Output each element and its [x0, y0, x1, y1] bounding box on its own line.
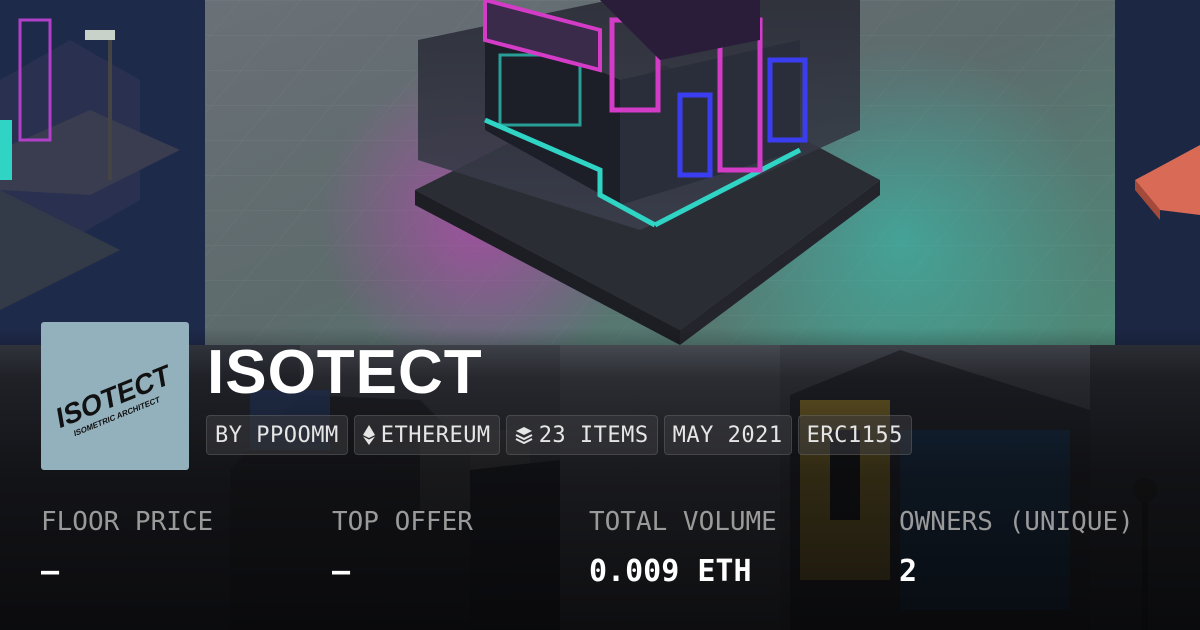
standard-chip: ERC1155: [797, 415, 912, 455]
chain-chip[interactable]: ETHEREUM: [353, 415, 500, 455]
ethereum-icon: [362, 425, 375, 445]
stat-top-offer-value: —: [332, 554, 351, 589]
standard-chip-label: ERC1155: [806, 422, 903, 448]
collection-logo[interactable]: ISOTECT ISOMETRIC ARCHITECT: [41, 322, 189, 470]
stat-owners: OWNERS (UNIQUE) 2: [899, 504, 1134, 590]
date-chip: MAY 2021: [663, 415, 792, 455]
stat-floor-price-label: FLOOR PRICE: [41, 507, 214, 537]
creator-chip[interactable]: BY PPOOMM: [206, 415, 348, 455]
stat-floor-price: FLOOR PRICE —: [41, 504, 213, 590]
creator-chip-label: BY PPOOMM: [215, 422, 339, 448]
stat-top-offer-label: TOP OFFER: [332, 507, 473, 537]
items-chip-label: 23 ITEMS: [538, 422, 649, 448]
items-chip[interactable]: 23 ITEMS: [505, 415, 658, 455]
chain-chip-label: ETHEREUM: [380, 422, 491, 448]
stat-total-volume: TOTAL VOLUME 0.009 ETH: [589, 504, 777, 590]
collection-title: ISOTECT: [207, 338, 483, 407]
stat-total-volume-value: 0.009 ETH: [589, 554, 752, 589]
stat-owners-label: OWNERS (UNIQUE): [899, 507, 1134, 537]
collection-card: ISOTECT ISOMETRIC ARCHITECT ISOTECT BY P…: [0, 0, 1200, 630]
stat-owners-value: 2: [899, 554, 918, 589]
isotect-logo-icon: ISOTECT ISOMETRIC ARCHITECT: [54, 357, 172, 438]
layers-icon: [515, 427, 533, 444]
collection-meta-chips: BY PPOOMM ETHEREUM 23 ITEMS MAY 2021 ERC…: [206, 415, 912, 455]
stat-floor-price-value: —: [41, 554, 60, 589]
stat-top-offer: TOP OFFER —: [332, 504, 473, 590]
stat-total-volume-label: TOTAL VOLUME: [589, 507, 777, 537]
date-chip-label: MAY 2021: [672, 422, 783, 448]
